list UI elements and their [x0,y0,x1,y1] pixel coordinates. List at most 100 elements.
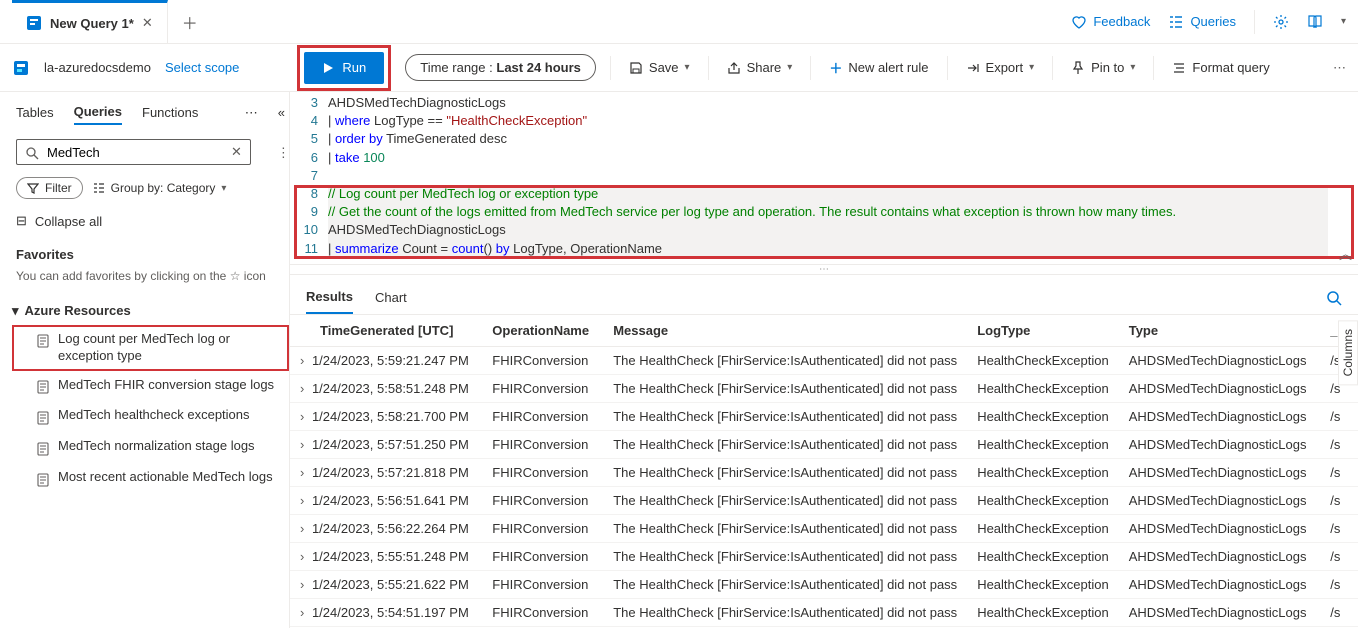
table-row[interactable]: › 1/24/2023, 5:55:51.248 PMFHIRConversio… [290,542,1358,570]
groupby-dropdown[interactable]: Group by: Category ▾ [93,181,227,195]
table-row[interactable]: › 1/24/2023, 5:56:22.264 PMFHIRConversio… [290,514,1358,542]
query-list-item[interactable]: MedTech healthcheck exceptions [12,401,289,432]
column-header[interactable]: LogType [967,314,1119,346]
clear-icon[interactable]: ✕ [231,144,242,160]
queries-link[interactable]: Queries [1168,14,1236,30]
chevron-down-icon[interactable]: ▾ [1341,16,1346,27]
query-item-label: Most recent actionable MedTech logs [58,469,273,486]
tab-tables[interactable]: Tables [16,101,54,124]
tab-icon [26,15,42,32]
export-button[interactable]: Export ▾ [962,60,1039,75]
share-button[interactable]: Share ▾ [723,60,797,75]
expand-row-icon[interactable]: › [300,549,308,564]
filter-button[interactable]: Filter [16,177,83,199]
table-row[interactable]: › 1/24/2023, 5:56:51.641 PMFHIRConversio… [290,486,1358,514]
columns-side-tab[interactable]: Columns [1338,320,1358,385]
run-button[interactable]: Run [304,52,384,84]
expand-row-icon[interactable]: › [300,381,308,396]
document-icon [36,471,50,488]
search-more-icon[interactable]: ⋮ [269,145,290,161]
query-list-item[interactable]: Most recent actionable MedTech logs [12,463,289,494]
workspace-icon [12,59,30,77]
share-icon [727,61,741,75]
expand-row-icon[interactable]: › [300,605,308,620]
favorites-hint: You can add favorites by clicking on the… [12,268,289,297]
table-row[interactable]: › 1/24/2023, 5:58:21.700 PMFHIRConversio… [290,402,1358,430]
new-tab-button[interactable]: ＋ [168,10,212,34]
document-icon [36,379,50,396]
column-header[interactable]: Type [1119,314,1321,346]
select-scope-link[interactable]: Select scope [165,60,239,75]
pin-icon [1071,61,1085,75]
feedback-link[interactable]: Feedback [1071,14,1150,30]
expand-row-icon[interactable]: › [300,521,308,536]
tab-chart[interactable]: Chart [375,284,407,313]
caret-down-icon: ▾ [12,303,19,319]
table-row[interactable]: › 1/24/2023, 5:57:21.818 PMFHIRConversio… [290,458,1358,486]
results-panel: Results Chart TimeGenerated [UTC]Operati… [290,274,1358,628]
document-icon [36,333,50,350]
split-handle[interactable]: ⋯ [290,264,1358,274]
column-header[interactable]: OperationName [482,314,603,346]
query-list-item[interactable]: MedTech normalization stage logs [12,432,289,463]
table-row[interactable]: › 1/24/2023, 5:55:21.622 PMFHIRConversio… [290,570,1358,598]
collapse-icon: ⊟ [16,213,27,229]
pin-button[interactable]: Pin to ▾ [1067,60,1139,75]
docs-icon[interactable] [1307,13,1323,30]
close-icon[interactable]: ✕ [142,15,153,31]
tab-bar: New Query 1* ✕ ＋ Feedback Queries ▾ [0,0,1358,44]
plus-icon: ＋ [829,58,842,77]
group-icon [93,182,105,194]
expand-chevron-icon[interactable]: ︽ [1339,246,1352,264]
settings-icon[interactable] [1273,13,1289,30]
expand-row-icon[interactable]: › [300,465,308,480]
query-list-item[interactable]: MedTech FHIR conversion stage logs [12,371,289,402]
save-button[interactable]: Save ▾ [625,60,694,75]
tab-title: New Query 1* [50,16,134,31]
query-list-item[interactable]: Log count per MedTech log or exception t… [12,325,289,371]
sidebar: Tables Queries Functions ⋯ « ✕ ⋮ Filter [0,92,290,628]
tab-queries[interactable]: Queries [74,100,122,125]
table-row[interactable]: › 1/24/2023, 5:58:51.248 PMFHIRConversio… [290,374,1358,402]
column-header[interactable]: Message [603,314,967,346]
query-item-label: Log count per MedTech log or exception t… [58,331,281,365]
collapse-sidebar-icon[interactable]: « [278,105,285,120]
play-icon [322,62,334,74]
table-row[interactable]: › 1/24/2023, 5:57:51.250 PMFHIRConversio… [290,430,1358,458]
table-row[interactable]: › 1/24/2023, 5:59:21.247 PMFHIRConversio… [290,346,1358,374]
collapse-all-button[interactable]: ⊟ Collapse all [12,209,289,241]
query-tab[interactable]: New Query 1* ✕ [12,0,168,44]
divider [1254,10,1255,34]
more-icon[interactable]: ⋯ [245,105,258,121]
more-icon[interactable]: ⋯ [1333,60,1346,76]
expand-row-icon[interactable]: › [300,577,308,592]
document-icon [36,409,50,426]
toolbar: la-azuredocsdemo Select scope Run Time r… [0,44,1358,92]
workspace-name: la-azuredocsdemo [44,60,151,75]
search-icon [25,144,39,160]
table-row[interactable]: › 1/24/2023, 5:54:51.197 PMFHIRConversio… [290,598,1358,626]
list-icon [1168,14,1184,30]
new-alert-button[interactable]: ＋ New alert rule [825,58,932,77]
search-input[interactable] [47,145,223,160]
tab-results[interactable]: Results [306,283,353,314]
favorites-header: Favorites [12,241,289,268]
query-item-label: MedTech healthcheck exceptions [58,407,250,424]
tab-functions[interactable]: Functions [142,101,198,124]
results-table: TimeGenerated [UTC]OperationNameMessageL… [290,314,1358,627]
format-query-button[interactable]: Format query [1168,60,1273,75]
search-icon[interactable] [1326,290,1342,307]
timerange-picker[interactable]: Time range : Last 24 hours [405,54,596,81]
filter-icon [27,182,39,194]
expand-row-icon[interactable]: › [300,409,308,424]
expand-row-icon[interactable]: › [300,493,308,508]
column-header[interactable]: TimeGenerated [UTC] [290,314,482,346]
expand-row-icon[interactable]: › [300,437,308,452]
document-icon [36,440,50,457]
search-input-wrap: ✕ [16,139,251,165]
expand-row-icon[interactable]: › [300,353,308,368]
azure-resources-header[interactable]: ▾ Azure Resources [12,297,289,325]
code-editor[interactable]: 34567891011 AHDSMedTechDiagnosticLogs| w… [290,92,1358,264]
export-icon [966,61,980,75]
heart-icon [1071,14,1087,30]
